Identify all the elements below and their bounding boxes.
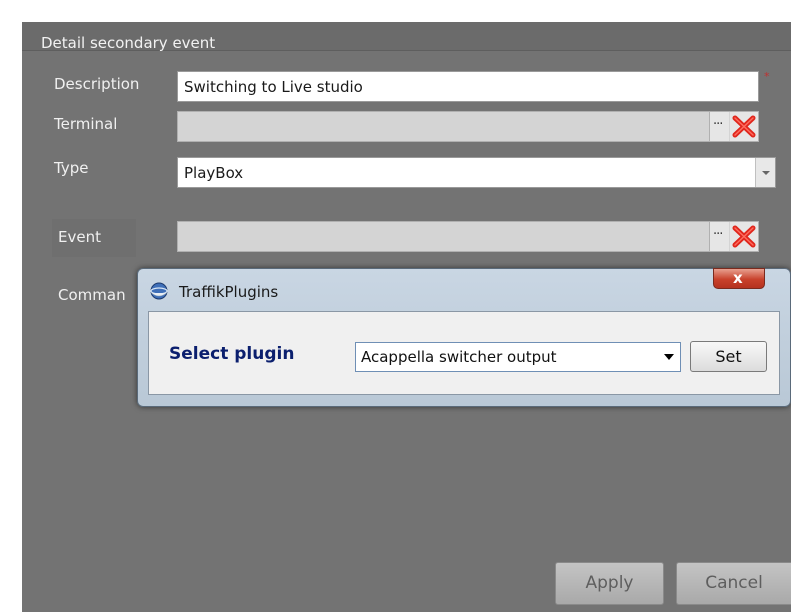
event-input[interactable]: ··· [177, 221, 759, 252]
close-icon: x [733, 269, 743, 287]
dialog-body: Select plugin Acappella switcher output … [148, 311, 780, 395]
chevron-down-icon[interactable] [755, 158, 775, 187]
red-x-icon [732, 225, 756, 248]
dialog-close-button[interactable]: x [713, 268, 765, 289]
cancel-button[interactable]: Cancel [676, 562, 791, 605]
event-browse-button[interactable]: ··· [709, 222, 729, 251]
command-label: Comman [58, 286, 126, 304]
red-x-icon [732, 115, 756, 138]
terminal-label: Terminal [54, 115, 118, 133]
apply-button[interactable]: Apply [555, 562, 664, 605]
plugin-select[interactable]: Acappella switcher output [355, 342, 681, 372]
ellipsis-icon: ··· [713, 117, 723, 132]
terminal-clear-button[interactable] [730, 112, 758, 141]
chevron-down-icon [664, 354, 674, 360]
traffik-plugins-dialog: TraffikPlugins x Select plugin Acappella… [137, 268, 791, 407]
event-clear-button[interactable] [730, 222, 758, 251]
description-input[interactable]: Switching to Live studio [177, 71, 759, 102]
panel-title: Detail secondary event [41, 34, 216, 52]
description-value: Switching to Live studio [184, 78, 363, 96]
type-value: PlayBox [184, 164, 244, 182]
required-mark: * [764, 70, 770, 83]
type-label: Type [54, 159, 89, 177]
terminal-input[interactable]: ··· [177, 111, 759, 142]
set-button[interactable]: Set [690, 341, 767, 372]
dialog-title: TraffikPlugins [179, 283, 279, 301]
terminal-browse-button[interactable]: ··· [709, 112, 729, 141]
plugin-select-value: Acappella switcher output [361, 348, 557, 366]
panel-header: Detail secondary event [22, 22, 791, 52]
event-label: Event [58, 228, 101, 246]
select-plugin-label: Select plugin [169, 344, 295, 364]
description-label: Description [54, 75, 140, 93]
globe-icon [150, 282, 168, 300]
ellipsis-icon: ··· [713, 227, 723, 242]
type-select[interactable]: PlayBox [177, 157, 776, 188]
